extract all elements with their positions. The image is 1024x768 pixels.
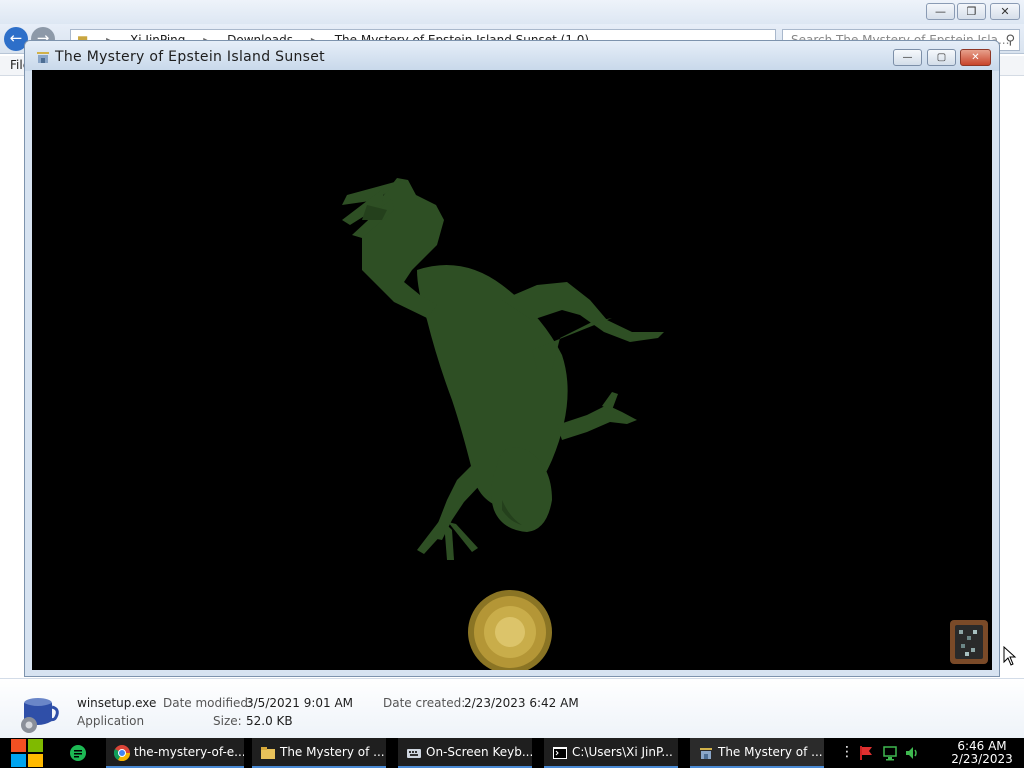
taskbar-item-game[interactable]: The Mystery of ... xyxy=(690,738,824,768)
chat-app-icon[interactable] xyxy=(70,745,86,761)
console-icon xyxy=(553,747,567,759)
volume-icon[interactable] xyxy=(904,745,920,761)
game-close-button[interactable]: ✕ xyxy=(960,49,991,66)
more-options-icon[interactable]: ⋮ xyxy=(840,744,854,760)
clock-date[interactable]: 2/23/2023 xyxy=(942,753,1022,766)
explorer-minimize-button[interactable]: — xyxy=(926,3,955,20)
folder-icon xyxy=(261,747,275,759)
date-created-label: Date created: xyxy=(383,696,466,710)
date-modified-value: 3/5/2021 9:01 AM xyxy=(246,696,354,710)
game-titlebar[interactable]: The Mystery of Epstein Island Sunset — ▢… xyxy=(25,41,999,71)
size-value: 52.0 KB xyxy=(246,714,293,728)
game-scene xyxy=(32,70,992,670)
date-created-value: 2/23/2023 6:42 AM xyxy=(464,696,579,710)
taskbar-item-label: the-mystery-of-e... xyxy=(134,745,244,759)
inventory-item-icon xyxy=(950,620,988,664)
taskbar-item-explorer[interactable]: The Mystery of ... xyxy=(252,738,386,768)
game-canvas[interactable] xyxy=(32,70,992,670)
chrome-icon xyxy=(114,745,130,761)
game-icon xyxy=(700,748,712,759)
search-icon[interactable]: ⚲ xyxy=(1005,31,1015,50)
windows-logo-icon xyxy=(11,739,43,767)
taskbar-item-label: The Mystery of ... xyxy=(280,745,385,759)
game-window: The Mystery of Epstein Island Sunset — ▢… xyxy=(24,40,1000,677)
setup-application-icon xyxy=(21,698,59,733)
explorer-titlebar: — ❐ ✕ xyxy=(0,0,1024,24)
details-pane: winsetup.exe Application Date modified: … xyxy=(0,678,1024,738)
taskbar-item-keyboard[interactable]: On-Screen Keyb... xyxy=(398,738,532,768)
taskbar-item-label: The Mystery of ... xyxy=(718,745,823,759)
flag-icon[interactable] xyxy=(858,745,874,761)
mouse-cursor-icon xyxy=(1003,646,1017,666)
size-label: Size: xyxy=(213,714,242,728)
taskbar-item-console[interactable]: C:\Users\Xi JinP... xyxy=(544,738,678,768)
game-window-title: The Mystery of Epstein Island Sunset xyxy=(55,49,325,65)
taskbar-item-label: C:\Users\Xi JinP... xyxy=(572,745,673,759)
system-tray: ⋮ 6:46 AM 2/23/2023 xyxy=(832,738,1024,768)
game-app-icon xyxy=(37,52,49,63)
explorer-restore-button[interactable]: ❐ xyxy=(957,3,986,20)
file-type: Application xyxy=(77,714,145,728)
game-minimize-button[interactable]: — xyxy=(893,49,922,66)
taskbar-item-label: On-Screen Keyb... xyxy=(426,745,532,759)
file-name: winsetup.exe xyxy=(77,696,157,710)
game-maximize-button[interactable]: ▢ xyxy=(927,49,956,66)
date-modified-label: Date modified: xyxy=(163,696,253,710)
keyboard-icon xyxy=(407,749,421,758)
network-icon[interactable] xyxy=(882,745,898,761)
start-button[interactable] xyxy=(0,738,54,768)
taskbar: the-mystery-of-e... The Mystery of ... O… xyxy=(0,738,1024,768)
taskbar-item-chrome[interactable]: the-mystery-of-e... xyxy=(106,738,244,768)
explorer-close-button[interactable]: ✕ xyxy=(990,3,1020,20)
